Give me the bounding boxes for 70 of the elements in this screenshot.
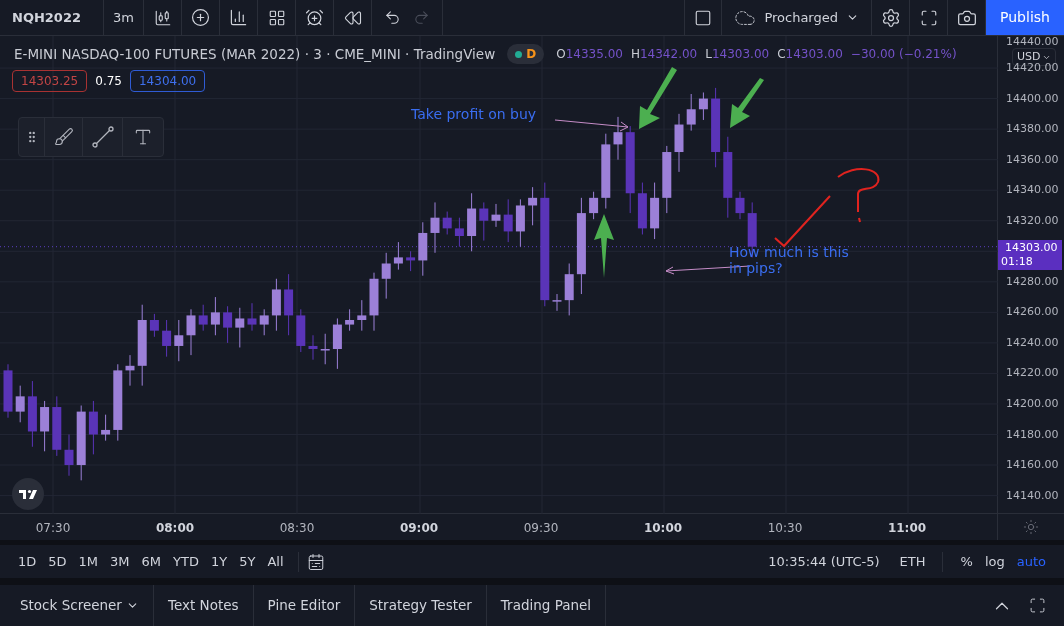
range-button[interactable]: 1D — [12, 551, 43, 572]
scale-toggle[interactable]: log — [978, 551, 1011, 572]
interval-button[interactable]: 3m — [104, 0, 144, 35]
session-button[interactable]: ETH — [899, 551, 926, 572]
panel-tab[interactable]: Stock Screener — [6, 585, 154, 626]
price-label: 14340.00 — [1006, 182, 1059, 199]
time-label: 10:00 — [643, 520, 683, 537]
annotation-arrow — [639, 67, 677, 129]
ohlc-value: H14342.00 — [630, 46, 698, 64]
buy-price[interactable]: 14304.00 — [130, 70, 206, 92]
text-tool-icon[interactable] — [133, 127, 153, 147]
question-mark-drawing — [837, 168, 880, 223]
range-button[interactable]: 5Y — [233, 551, 262, 572]
price-label: 14280.00 — [1006, 273, 1059, 290]
panel-tab[interactable]: Text Notes — [153, 585, 254, 626]
range-button[interactable]: 3M — [104, 551, 136, 572]
brush-icon[interactable] — [53, 127, 74, 147]
price-label: 14140.00 — [1006, 487, 1059, 504]
price-label: 14200.00 — [1006, 395, 1059, 412]
range-button[interactable]: All — [261, 551, 290, 572]
scale-toggle[interactable]: auto — [1010, 551, 1052, 572]
panel-tab[interactable]: Strategy Tester — [355, 585, 487, 626]
fullscreen-icon[interactable] — [1029, 597, 1046, 614]
time-label: 09:30 — [523, 520, 559, 537]
time-label: 08:00 — [155, 520, 195, 537]
price-change: −30.00 (−0.21%) — [850, 46, 957, 64]
price-label: 14320.00 — [1006, 212, 1059, 229]
price-label: 14180.00 — [1006, 426, 1059, 443]
price-label: 14160.00 — [1006, 457, 1059, 474]
price-label: 14240.00 — [1006, 334, 1059, 351]
price-label: 14260.00 — [1006, 304, 1059, 321]
range-button[interactable]: 1Y — [204, 551, 234, 572]
current-price: 14303.00 — [1004, 240, 1058, 255]
clock-time: 10:35:44 (UTC-5) — [768, 552, 880, 571]
time-label: 07:30 — [35, 520, 71, 537]
delay-label: D — [526, 46, 537, 64]
countdown: 01:18 — [1001, 254, 1033, 269]
range-button[interactable]: 5D — [42, 551, 73, 572]
chart-title: E-MINI NASDAQ-100 FUTURES (MAR 2022) · 3 · CME_MINI · TradingView — [14, 45, 496, 64]
ohlc-value: C14303.00 — [777, 46, 843, 64]
calendar-icon[interactable] — [306, 552, 325, 571]
price-label: 14360.00 — [1006, 151, 1059, 168]
spread-value: 0.75 — [95, 73, 122, 90]
panel-tab[interactable]: Pine Editor — [253, 585, 356, 626]
annotation-text: How much is this in pips? — [729, 244, 850, 276]
price-label: 14220.00 — [1006, 365, 1059, 382]
price-label: 14380.00 — [1006, 121, 1059, 138]
range-button[interactable]: YTD — [167, 551, 205, 572]
annotation-text: Take profit on buy — [411, 105, 537, 124]
range-button[interactable]: 6M — [135, 551, 168, 572]
price-label: 14440.00 — [1006, 36, 1059, 47]
publish-button[interactable]: Publish — [986, 0, 1064, 35]
ohlc-value: L14303.00 — [705, 46, 770, 64]
checkmark-drawing — [774, 195, 831, 248]
price-label: 14400.00 — [1006, 90, 1059, 107]
time-label: 10:30 — [767, 520, 803, 537]
axis-settings-icon[interactable] — [1023, 519, 1039, 535]
time-label: 11:00 — [887, 520, 927, 537]
range-button[interactable]: 1M — [72, 551, 105, 572]
symbol-search[interactable]: NQH2022 — [0, 0, 104, 35]
line-tool-icon[interactable] — [91, 126, 114, 148]
undo-icon[interactable] — [384, 9, 401, 26]
panel-tab[interactable]: Trading Panel — [486, 585, 607, 626]
annotation-arrow — [730, 78, 764, 128]
scale-toggle[interactable]: % — [954, 551, 979, 572]
time-label: 09:00 — [399, 520, 439, 537]
layout-dropdown[interactable]: Procharged — [722, 0, 872, 35]
time-label: 08:30 — [279, 520, 315, 537]
ohlc-value: O14335.00 — [556, 46, 623, 64]
sell-price[interactable]: 14303.25 — [12, 70, 88, 92]
